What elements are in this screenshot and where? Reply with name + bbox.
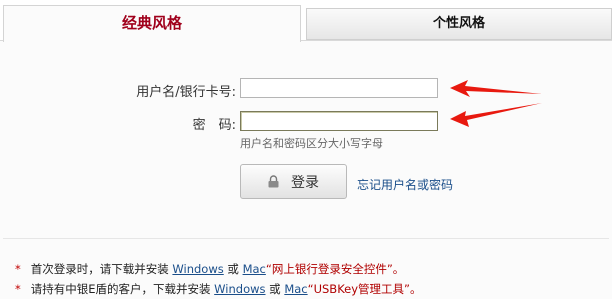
mac-download-link[interactable]: Mac (243, 262, 266, 276)
login-button[interactable]: 登录 (240, 164, 347, 199)
notice-star: * (15, 282, 21, 296)
tab-personal-style[interactable]: 个性风格 (306, 8, 612, 40)
password-hint: 用户名和密码区分大小写字母 (240, 137, 383, 150)
lock-icon (268, 175, 279, 188)
login-button-label: 登录 (291, 174, 319, 191)
notice-usbkey-tool: * 请持有中银E盾的客户，下载并安装 Windows 或 Mac“USBKey管理… (15, 281, 422, 297)
forgot-credentials-link[interactable]: 忘记用户名或密码 (357, 176, 453, 193)
mac-download-link[interactable]: Mac (284, 282, 307, 296)
red-arrow-icon (450, 103, 542, 127)
notice-star: * (15, 262, 21, 276)
divider (3, 238, 609, 239)
username-input[interactable] (240, 78, 438, 98)
windows-download-link[interactable]: Windows (172, 262, 223, 276)
notice-product: “网上银行登录安全控件”。 (265, 262, 405, 276)
notice-text: 首次登录时，请下载并安装 (30, 262, 169, 276)
username-label: 用户名/银行卡号: (136, 85, 236, 100)
notice-product: “USBKey管理工具”。 (307, 282, 422, 296)
password-label: 密 码: (192, 118, 236, 133)
notice-or: 或 (227, 262, 239, 276)
windows-download-link[interactable]: Windows (214, 282, 265, 296)
password-input[interactable] (240, 111, 438, 131)
tab-classic-style[interactable]: 经典风格 (3, 5, 301, 42)
notice-text: 请持有中银E盾的客户，下载并安装 (30, 282, 211, 296)
red-arrow-icon (450, 80, 542, 97)
notice-security-control: * 首次登录时，请下载并安装 Windows 或 Mac“网上银行登录安全控件”。 (15, 261, 404, 277)
notice-or: 或 (269, 282, 281, 296)
